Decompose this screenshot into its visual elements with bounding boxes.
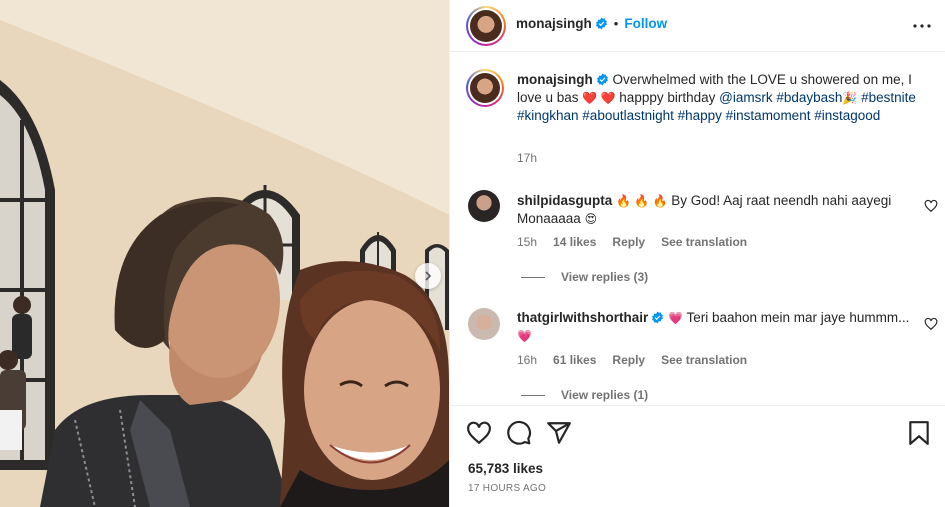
comment-2-heart-emoji: 💗 [668,311,683,325]
comment-2-emoji: 💗 [517,329,532,343]
comment-1-time[interactable]: 15h [517,235,537,249]
post-date[interactable]: 17 HOURS AGO [468,483,546,494]
share-icon[interactable] [546,420,572,446]
caption-time[interactable]: 17h [517,151,537,165]
comment-1-translation-link[interactable]: See translation [661,235,747,249]
comment-2-username[interactable]: thatgirlwithshorthair [517,310,648,325]
verified-badge-icon [652,311,664,324]
verified-badge-icon [595,17,607,30]
replies-divider-line [521,276,545,278]
replies-divider-line [521,394,545,396]
photo-scene [0,0,449,507]
carousel-next-button[interactable] [415,263,441,289]
comment-1-view-replies[interactable]: View replies (3) [521,270,648,284]
more-options-icon[interactable] [912,16,932,36]
comment-2-view-replies-label: View replies (1) [561,388,649,402]
post-actions: 65,783 likes 17 HOURS AGO [450,405,945,507]
comment-1-reply-button[interactable]: Reply [612,235,645,249]
heart-icon[interactable] [466,420,492,446]
mention-link[interactable]: @iamsrk [719,90,772,105]
caption-hearts: ❤️ ❤️ [582,91,616,105]
commenter-avatar[interactable] [468,190,500,222]
comment-2-translation-link[interactable]: See translation [661,353,747,367]
caption-party-emoji: 🎉 [842,91,858,105]
comment-2-view-replies[interactable]: View replies (1) [521,388,648,402]
comments-scroll-area[interactable]: monajsingh Overwhelmed with the LOVE u s… [450,53,945,405]
comment-1-view-replies-label: View replies (3) [561,270,649,284]
follow-button[interactable]: Follow [624,16,667,31]
comment-1-meta: 15h 14 likes Reply See translation [517,235,747,249]
verified-badge-icon [596,73,608,86]
bookmark-icon[interactable] [906,420,932,446]
chevron-right-icon [425,271,432,281]
comment-2-meta: 16h 61 likes Reply See translation [517,353,747,367]
post-side-panel: monajsingh • Follow monajsingh Overwhelm… [449,0,945,507]
instagram-post: monajsingh • Follow monajsingh Overwhelm… [0,0,945,507]
comment-2-likes[interactable]: 61 likes [553,353,596,367]
hashtag-bdaybash[interactable]: #bdaybash [776,90,842,105]
comment-1-fire-emojis: 🔥 🔥 🔥 [616,194,668,208]
hashtag-instagood[interactable]: #instagood [814,108,880,123]
comment-2-text: Teri baahon mein mar jaye hummm... [686,310,910,325]
comment-2: thatgirlwithshorthair 💗 Teri baahon mein… [517,309,917,345]
author-username[interactable]: monajsingh [516,16,592,31]
commenter-avatar[interactable] [468,308,500,340]
comment-1: shilpidasgupta 🔥 🔥 🔥 By God! Aaj raat ne… [517,192,917,228]
caption-username[interactable]: monajsingh [517,72,593,87]
comment-icon[interactable] [506,420,532,446]
post-photo[interactable] [0,0,449,507]
caption-text-2: happpy birthday [619,90,716,105]
comment-1-username[interactable]: shilpidasgupta [517,193,612,208]
comment-2-reply-button[interactable]: Reply [612,353,645,367]
post-header: monajsingh • Follow [450,0,945,52]
separator-dot: • [613,16,619,31]
comment-1-likes[interactable]: 14 likes [553,235,596,249]
comment-1-like-heart-icon[interactable] [924,199,938,213]
comment-1-emoji: 😍 [584,212,598,226]
post-caption: monajsingh Overwhelmed with the LOVE u s… [517,71,927,125]
caption-avatar[interactable] [466,69,504,107]
likes-count[interactable]: 65,783 likes [468,461,543,476]
comment-2-time[interactable]: 16h [517,353,537,367]
author-avatar[interactable] [466,6,506,46]
comment-2-like-heart-icon[interactable] [924,317,938,331]
